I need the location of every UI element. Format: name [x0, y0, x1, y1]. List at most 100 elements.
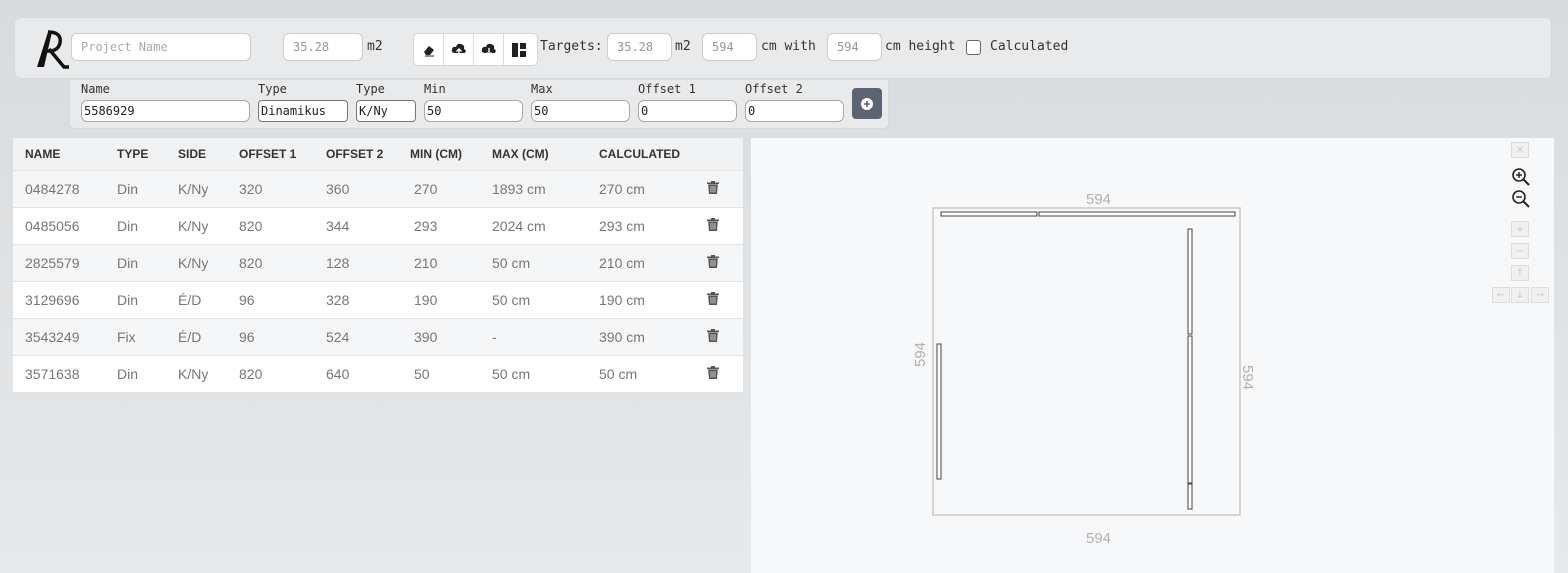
height-suffix: cm height — [885, 39, 956, 54]
col-header-offset1[interactable]: OFFSET 1 — [239, 138, 326, 171]
floorplan-drawing — [932, 207, 1241, 516]
cell-name: 2825579 — [13, 244, 117, 282]
trash-icon — [707, 329, 719, 342]
col-header-side[interactable]: SIDE — [178, 138, 239, 171]
cell-offset1: 320 — [239, 170, 326, 208]
cell-min: 210 — [410, 244, 492, 282]
type-label: Type — [258, 82, 287, 96]
project-name-input[interactable] — [71, 33, 251, 61]
cell-max: 1893 cm — [492, 170, 599, 208]
type-select[interactable]: Dinamikus — [258, 100, 348, 122]
minus-button[interactable]: − — [1511, 243, 1529, 259]
wall-element — [940, 211, 1038, 217]
calculated-checkbox[interactable] — [966, 40, 981, 55]
cell-type: Din — [117, 281, 178, 319]
col-header-min[interactable]: MIN (CM) — [410, 138, 492, 171]
pan-right-button[interactable]: → — [1531, 287, 1549, 303]
table-row[interactable]: 3129696 Din É/D 96 328 190 50 cm 190 cm — [13, 281, 743, 319]
plus-button[interactable]: + — [1511, 221, 1529, 237]
wall-element — [1187, 483, 1193, 510]
cell-max: 50 cm — [492, 355, 599, 392]
cell-offset1: 820 — [239, 207, 326, 245]
table-row[interactable]: 3571638 Din K/Ny 820 640 50 50 cm 50 cm — [13, 355, 743, 392]
pan-up-button[interactable]: ↑ — [1511, 265, 1529, 281]
add-element-form: Name 5586929 Type Dinamikus Type K/Ny Mi… — [69, 80, 889, 129]
plus-circle-icon — [861, 97, 873, 110]
delete-row-button[interactable] — [707, 318, 743, 356]
cell-side: K/Ny — [178, 244, 239, 282]
table-row[interactable]: 0484278 Din K/Ny 320 360 270 1893 cm 270 cm — [13, 170, 743, 208]
cell-min: 293 — [410, 207, 492, 245]
target-height-input[interactable] — [827, 33, 882, 61]
arrow-right-icon: → — [1535, 289, 1545, 301]
target-area-input[interactable] — [607, 33, 672, 61]
action-button-group — [413, 33, 538, 66]
cell-name: 3571638 — [13, 355, 117, 392]
area-input[interactable] — [283, 33, 363, 61]
cloud-upload-icon — [451, 43, 466, 56]
floorplan-canvas[interactable]: 594 594 594 594 ✕ + − ↑ ← ↓ → — [751, 138, 1554, 573]
wall-element — [1187, 228, 1193, 335]
delete-row-button[interactable] — [707, 207, 743, 245]
cell-offset2: 524 — [326, 318, 410, 356]
table-row[interactable]: 2825579 Din K/Ny 820 128 210 50 cm 210 cm — [13, 244, 743, 282]
delete-row-button[interactable] — [707, 244, 743, 282]
col-header-calculated[interactable]: CALCULATED — [599, 138, 707, 171]
arrow-up-icon: ↑ — [1515, 267, 1525, 279]
room-outline — [932, 207, 1241, 516]
logo-icon — [37, 30, 69, 69]
zoom-in-icon[interactable] — [1511, 167, 1531, 187]
cell-max: - — [492, 318, 599, 356]
delete-row-button[interactable] — [707, 170, 743, 208]
cell-type: Din — [117, 170, 178, 208]
area-unit: m2 — [367, 39, 383, 54]
layout-icon — [512, 42, 526, 57]
table-row[interactable]: 0485056 Din K/Ny 820 344 293 2024 cm 293 cm — [13, 207, 743, 245]
dimension-left: 594 — [912, 341, 929, 367]
offset1-input[interactable]: 0 — [638, 100, 737, 122]
delete-row-button[interactable] — [707, 281, 743, 319]
type-select-value: Dinamikus — [261, 104, 327, 118]
max-label: Max — [531, 82, 553, 96]
trash-icon — [707, 255, 719, 268]
table-header-row: NAME TYPE SIDE OFFSET 1 OFFSET 2 MIN (CM… — [13, 138, 743, 171]
cell-max: 2024 cm — [492, 207, 599, 245]
plus-icon: + — [1515, 223, 1525, 235]
pan-down-button[interactable]: ↓ — [1511, 287, 1529, 303]
max-input[interactable]: 50 — [531, 100, 630, 122]
side-select[interactable]: K/Ny — [356, 100, 416, 122]
eraser-button[interactable] — [414, 34, 444, 65]
cell-type: Fix — [117, 318, 178, 356]
width-suffix: cm with — [761, 39, 816, 54]
calculated-label: Calculated — [990, 39, 1069, 54]
download-button[interactable] — [474, 34, 504, 65]
col-header-max[interactable]: MAX (CM) — [492, 138, 599, 171]
col-header-type[interactable]: TYPE — [117, 138, 178, 171]
add-button[interactable] — [852, 88, 882, 119]
name-input[interactable]: 5586929 — [81, 100, 250, 122]
cell-side: K/Ny — [178, 170, 239, 208]
close-button[interactable]: ✕ — [1511, 142, 1529, 158]
offset1-label: Offset 1 — [638, 82, 696, 96]
delete-row-button[interactable] — [707, 355, 743, 392]
cell-side: É/D — [178, 281, 239, 319]
cell-side: É/D — [178, 318, 239, 356]
col-header-offset2[interactable]: OFFSET 2 — [326, 138, 410, 171]
upload-button[interactable] — [444, 34, 474, 65]
target-width-input[interactable] — [702, 33, 757, 61]
elements-table: NAME TYPE SIDE OFFSET 1 OFFSET 2 MIN (CM… — [13, 138, 743, 392]
col-header-name[interactable]: NAME — [13, 138, 117, 171]
side-type-label: Type — [356, 82, 385, 96]
pan-left-button[interactable]: ← — [1492, 287, 1510, 303]
cell-calculated: 210 cm — [599, 244, 707, 282]
offset2-input[interactable]: 0 — [745, 100, 844, 122]
cell-offset2: 328 — [326, 281, 410, 319]
table-row[interactable]: 3543249 Fix É/D 96 524 390-390 cm — [13, 318, 743, 356]
cell-offset1: 96 — [239, 281, 326, 319]
layout-button[interactable] — [504, 34, 534, 65]
cell-name: 3129696 — [13, 281, 117, 319]
cell-max: 50 cm — [492, 244, 599, 282]
cell-calculated: 50 cm — [599, 355, 707, 392]
zoom-out-icon[interactable] — [1511, 189, 1531, 209]
min-input[interactable]: 50 — [424, 100, 523, 122]
